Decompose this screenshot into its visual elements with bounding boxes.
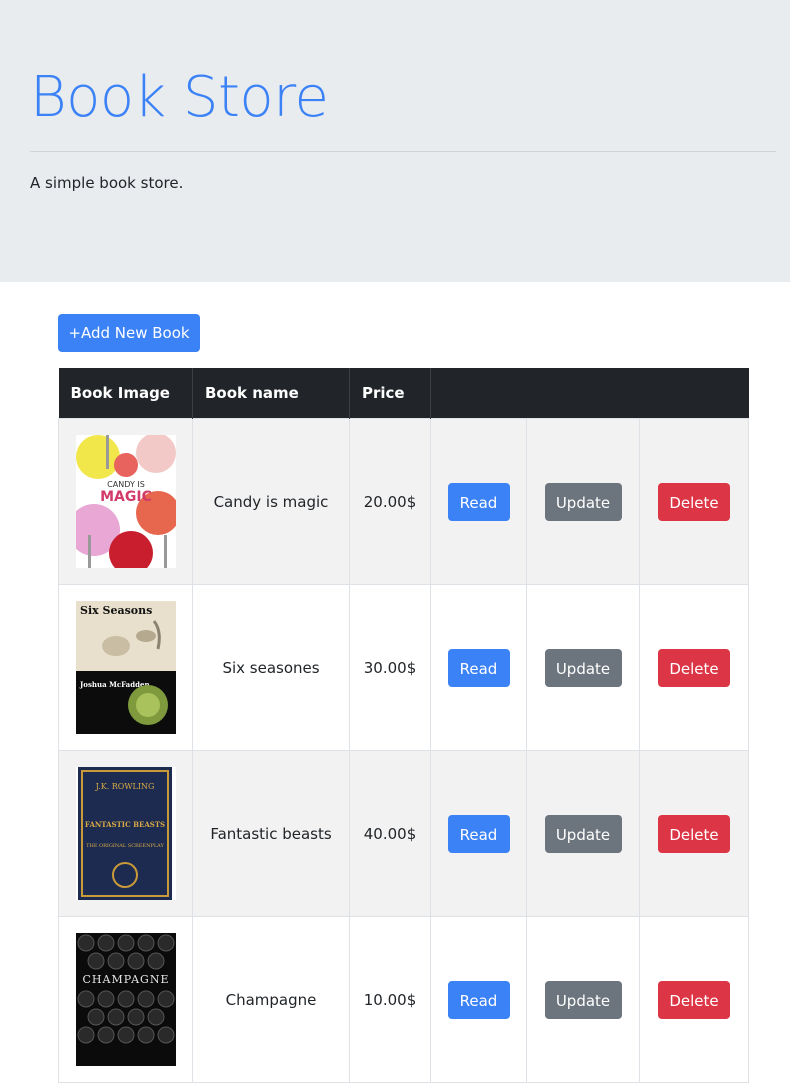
delete-cell: Delete <box>638 750 750 917</box>
page-title: Book Store <box>30 65 329 130</box>
delete-cell: Delete <box>638 418 750 585</box>
update-cell: Update <box>526 584 640 751</box>
update-cell: Update <box>526 418 640 585</box>
update-button[interactable]: Update <box>544 980 622 1019</box>
candy-cover-line2: MAGIC <box>100 489 152 505</box>
read-cell: Read <box>430 418 527 585</box>
book-image-cell: CANDY IS MAGIC <box>58 418 193 585</box>
book-price-cell: 10.00$ <box>349 916 431 1083</box>
book-price-cell: 30.00$ <box>349 584 431 751</box>
header-divider <box>30 151 776 152</box>
table-row: CANDY IS MAGIC Candy is magic 20.00$ Rea… <box>58 418 750 585</box>
page-subtitle: A simple book store. <box>30 174 184 192</box>
champagne-cover: CHAMPAGNE <box>75 933 176 1066</box>
fantastic-beasts-cover: J.K. ROWLING FANTASTIC BEASTS THE ORIGIN… <box>75 767 176 900</box>
read-button[interactable]: Read <box>447 482 510 521</box>
book-image-cell: Six Seasons Joshua McFadden <box>58 584 193 751</box>
update-cell: Update <box>526 916 640 1083</box>
update-button[interactable]: Update <box>544 814 622 853</box>
book-price-cell: 40.00$ <box>349 750 431 917</box>
books-table: Book Image Book name Price CANDY IS MAGI… <box>58 368 750 1083</box>
table-row: J.K. ROWLING FANTASTIC BEASTS THE ORIGIN… <box>58 750 750 917</box>
update-cell: Update <box>526 750 640 917</box>
table-row: Six Seasons Joshua McFadden Six seasones… <box>58 584 750 751</box>
book-name-cell: Candy is magic <box>192 418 350 585</box>
delete-cell: Delete <box>638 916 750 1083</box>
table-row: CHAMPAGNE Champagne 10.00$ Read Update D… <box>58 916 750 1083</box>
fantastic-beasts-cover-author: J.K. ROWLING <box>94 782 154 791</box>
book-image-cell: CHAMPAGNE <box>58 916 193 1083</box>
book-name-cell: Champagne <box>192 916 350 1083</box>
read-button[interactable]: Read <box>447 814 510 853</box>
column-header-price: Price <box>349 368 431 419</box>
jumbotron-header: Book Store A simple book store. <box>0 0 790 282</box>
book-name-cell: Six seasones <box>192 584 350 751</box>
fantastic-beasts-cover-title: FANTASTIC BEASTS <box>84 820 164 829</box>
delete-button[interactable]: Delete <box>658 814 731 853</box>
candy-cover: CANDY IS MAGIC <box>75 435 176 568</box>
column-header-book-name: Book name <box>192 368 350 419</box>
book-image-cell: J.K. ROWLING FANTASTIC BEASTS THE ORIGIN… <box>58 750 193 917</box>
column-header-actions <box>430 368 749 419</box>
champagne-cover-title: CHAMPAGNE <box>82 973 169 986</box>
read-cell: Read <box>430 750 527 917</box>
add-new-book-button[interactable]: +Add New Book <box>58 314 200 352</box>
fantastic-beasts-cover-subtitle: THE ORIGINAL SCREENPLAY <box>86 843 164 849</box>
book-name-cell: Fantastic beasts <box>192 750 350 917</box>
update-button[interactable]: Update <box>544 648 622 687</box>
read-button[interactable]: Read <box>447 648 510 687</box>
delete-cell: Delete <box>638 584 750 751</box>
six-seasons-cover: Six Seasons Joshua McFadden <box>75 601 176 734</box>
read-cell: Read <box>430 916 527 1083</box>
six-seasons-cover-title: Six Seasons <box>80 604 152 617</box>
delete-button[interactable]: Delete <box>658 482 731 521</box>
update-button[interactable]: Update <box>544 482 622 521</box>
read-button[interactable]: Read <box>447 980 510 1019</box>
main-container: +Add New Book Book Image Book name Price <box>0 282 790 1083</box>
delete-button[interactable]: Delete <box>658 980 731 1019</box>
delete-button[interactable]: Delete <box>658 648 731 687</box>
table-header-row: Book Image Book name Price <box>58 368 749 419</box>
column-header-book-image: Book Image <box>58 368 193 419</box>
book-price-cell: 20.00$ <box>349 418 431 585</box>
candy-cover-line1: CANDY IS <box>107 480 145 489</box>
read-cell: Read <box>430 584 527 751</box>
